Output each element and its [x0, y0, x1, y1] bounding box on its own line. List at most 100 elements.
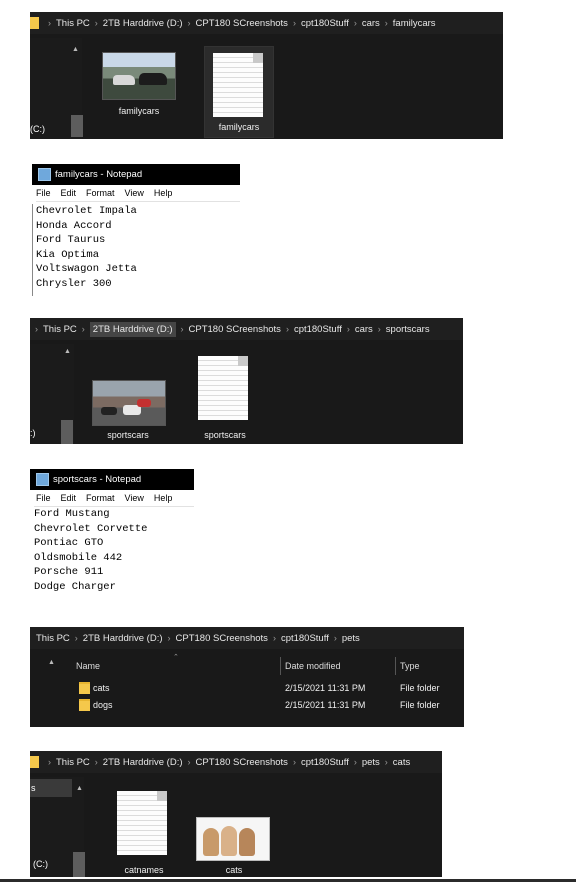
- chevron-right-icon: ›: [346, 324, 350, 334]
- nav-scrollbar[interactable]: [61, 420, 73, 444]
- breadcrumb-drive[interactable]: 2TB Harddrive (D:): [103, 757, 183, 768]
- text-document-icon: [198, 356, 248, 420]
- explorer-window-cats: › This PC › 2TB Harddrive (D:) › CPT180 …: [30, 751, 442, 877]
- text-line: Ford Mustang: [34, 508, 110, 520]
- text-area[interactable]: Ford Mustang Chevrolet Corvette Pontiac …: [34, 507, 147, 594]
- breadcrumb-screenshots[interactable]: CPT180 SCreenshots: [189, 324, 281, 335]
- text-document-icon: [213, 53, 263, 117]
- breadcrumb-this-pc[interactable]: This PC: [36, 633, 70, 644]
- menu-view[interactable]: View: [125, 493, 144, 503]
- table-row[interactable]: dogs 2/15/2021 11:31 PM File folder: [70, 698, 460, 714]
- car-photo-thumbnail: [92, 380, 166, 426]
- folder-icon: [79, 699, 90, 711]
- file-tile-sportscars-image[interactable]: sportscars: [88, 376, 168, 442]
- nav-item-label[interactable]: s: [31, 783, 36, 793]
- breadcrumb-familycars[interactable]: familycars: [393, 18, 436, 29]
- chevron-right-icon: ›: [292, 18, 296, 28]
- breadcrumb-drive[interactable]: 2TB Harddrive (D:): [103, 18, 183, 29]
- row-date: 2/15/2021 11:31 PM: [285, 700, 366, 710]
- chevron-right-icon: ›: [292, 757, 296, 767]
- breadcrumb-cats[interactable]: cats: [393, 757, 410, 768]
- text-line: Chevrolet Corvette: [34, 522, 148, 535]
- text-line: Kia Optima: [36, 248, 100, 261]
- breadcrumb-cpt180stuff[interactable]: cpt180Stuff: [281, 633, 329, 644]
- breadcrumb-this-pc[interactable]: This PC: [56, 757, 90, 768]
- text-line: Voltswagon Jetta: [36, 263, 137, 275]
- scroll-up-icon[interactable]: ▲: [64, 348, 71, 355]
- chevron-right-icon: ›: [81, 324, 85, 334]
- breadcrumb-screenshots[interactable]: CPT180 SCreenshots: [176, 633, 268, 644]
- address-bar[interactable]: This PC › 2TB Harddrive (D:) › CPT180 SC…: [30, 627, 464, 649]
- menu-help[interactable]: Help: [154, 188, 173, 198]
- menu-help[interactable]: Help: [154, 493, 173, 503]
- breadcrumb-screenshots[interactable]: CPT180 SCreenshots: [196, 757, 288, 768]
- breadcrumb-cpt180stuff[interactable]: cpt180Stuff: [301, 18, 349, 29]
- row-name: dogs: [93, 700, 113, 710]
- column-header-type[interactable]: Type: [400, 661, 420, 671]
- nav-scrollbar[interactable]: [73, 852, 85, 877]
- breadcrumb-cpt180stuff[interactable]: cpt180Stuff: [301, 757, 349, 768]
- breadcrumb-drive[interactable]: 2TB Harddrive (D:): [83, 633, 163, 644]
- row-name: cats: [93, 683, 110, 693]
- breadcrumb-cars[interactable]: cars: [362, 18, 380, 29]
- chevron-right-icon: ›: [384, 757, 388, 767]
- column-divider[interactable]: [395, 657, 396, 675]
- nav-selected-item[interactable]: [30, 779, 72, 797]
- menu-bar: File Edit Format View Help: [36, 188, 172, 198]
- nav-drive-label[interactable]: (C:): [30, 124, 45, 134]
- cat-photo-thumbnail: [196, 817, 270, 861]
- column-header-date-modified[interactable]: Date modified: [285, 661, 341, 671]
- chevron-right-icon: ›: [167, 633, 171, 643]
- chevron-right-icon: ›: [377, 324, 381, 334]
- chevron-right-icon: ›: [180, 324, 184, 334]
- file-label: familycars: [218, 122, 260, 132]
- breadcrumb-pets[interactable]: pets: [362, 757, 380, 768]
- text-line: Porsche 911: [34, 566, 104, 578]
- breadcrumb-drive[interactable]: 2TB Harddrive (D:): [89, 321, 176, 337]
- nav-scrollbar[interactable]: [71, 115, 83, 137]
- address-bar[interactable]: › This PC › 2TB Harddrive (D:) › CPT180 …: [30, 318, 463, 340]
- table-row[interactable]: cats 2/15/2021 11:31 PM File folder: [70, 681, 460, 697]
- file-tile-sportscars-text[interactable]: sportscars: [190, 348, 260, 444]
- nav-drive-label[interactable]: (C:): [33, 859, 48, 869]
- menu-format[interactable]: Format: [86, 493, 115, 503]
- breadcrumb-this-pc[interactable]: This PC: [43, 324, 77, 335]
- chevron-right-icon: ›: [48, 757, 51, 767]
- breadcrumb-cars[interactable]: cars: [355, 324, 373, 335]
- file-tile-familycars-image[interactable]: familycars: [100, 48, 186, 139]
- chevron-right-icon: ›: [35, 324, 38, 334]
- menu-file[interactable]: File: [36, 493, 51, 503]
- menu-edit[interactable]: Edit: [61, 493, 77, 503]
- menu-view[interactable]: View: [125, 188, 144, 198]
- folder-icon: [79, 682, 90, 694]
- text-area[interactable]: Chevrolet Impala Honda Accord Ford Tauru…: [36, 204, 137, 291]
- breadcrumb-screenshots[interactable]: CPT180 SCreenshots: [196, 18, 288, 29]
- file-tile-catnames-text[interactable]: catnames: [110, 787, 178, 877]
- title-bar[interactable]: sportscars - Notepad: [30, 469, 194, 490]
- address-bar[interactable]: › This PC › 2TB Harddrive (D:) › CPT180 …: [30, 751, 442, 773]
- breadcrumb-sportscars[interactable]: sportscars: [386, 324, 430, 335]
- menu-file[interactable]: File: [36, 188, 51, 198]
- file-label: catnames: [124, 865, 164, 875]
- breadcrumb-this-pc[interactable]: This PC: [56, 18, 90, 29]
- scroll-up-icon[interactable]: ▲: [76, 785, 83, 792]
- column-divider[interactable]: [280, 657, 281, 675]
- column-header-name[interactable]: Name: [76, 661, 100, 671]
- row-type: File folder: [400, 700, 440, 710]
- text-line: Ford Taurus: [36, 234, 106, 246]
- scroll-up-icon[interactable]: ▲: [48, 659, 55, 666]
- title-bar[interactable]: familycars - Notepad: [32, 164, 240, 185]
- menu-edit[interactable]: Edit: [61, 188, 77, 198]
- notepad-icon: [36, 473, 49, 486]
- nav-drive-label[interactable]: :): [30, 428, 36, 438]
- row-date: 2/15/2021 11:31 PM: [285, 683, 366, 693]
- breadcrumb-cpt180stuff[interactable]: cpt180Stuff: [294, 324, 342, 335]
- scroll-up-icon[interactable]: ▲: [72, 46, 79, 53]
- folder-icon: [30, 756, 39, 768]
- breadcrumb-pets[interactable]: pets: [342, 633, 360, 644]
- file-tile-cats-image[interactable]: cats: [194, 811, 274, 877]
- address-bar[interactable]: › This PC › 2TB Harddrive (D:) › CPT180 …: [30, 12, 503, 34]
- file-tile-familycars-text[interactable]: familycars: [204, 46, 274, 138]
- text-line: Pontiac GTO: [34, 537, 104, 549]
- menu-format[interactable]: Format: [86, 188, 115, 198]
